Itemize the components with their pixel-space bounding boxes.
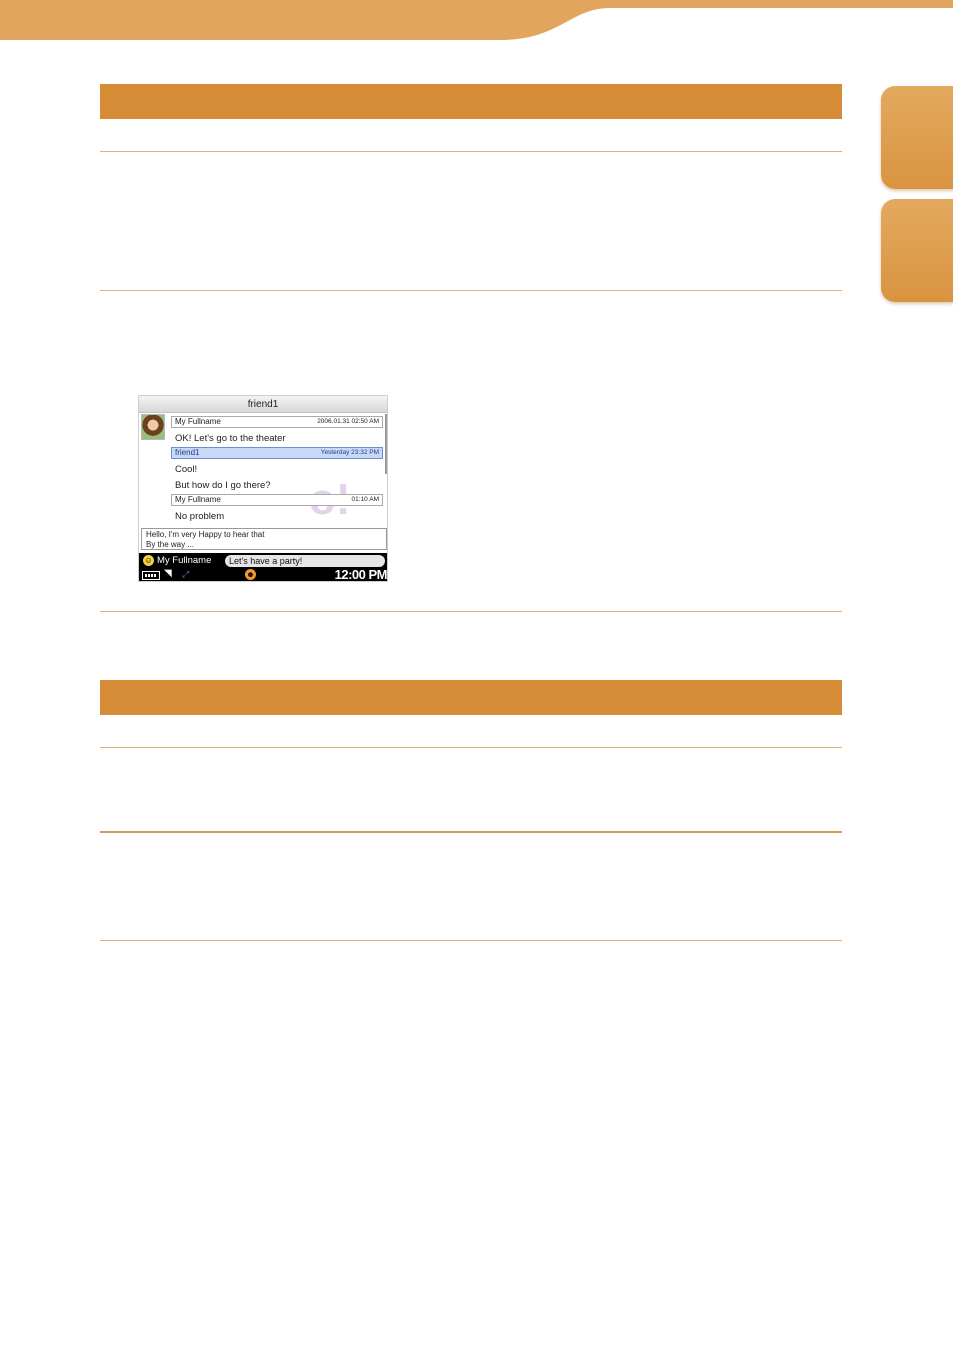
side-tab-contents[interactable] <box>881 86 953 189</box>
avatar <box>141 414 165 440</box>
input-line: By the way ... <box>146 540 195 549</box>
smiley-icon: ☺ <box>143 555 154 566</box>
status-message[interactable]: Let's have a party! <box>225 555 385 567</box>
scrollbar[interactable] <box>385 414 387 474</box>
battery-icon <box>142 571 160 580</box>
chat-title: friend1 <box>139 396 387 413</box>
wifi-icon: ◥ <box>164 568 172 579</box>
message-text: But how do I go there? <box>175 480 271 491</box>
message-header: My Fullname 01:10 AM <box>171 494 383 506</box>
side-tab-index[interactable] <box>881 199 953 302</box>
message-timestamp: Yesterday 23:32 PM <box>320 449 379 456</box>
divider <box>100 831 842 833</box>
status-bar: ☺ My Fullname Let's have a party! ◥ ⤢ ☻ … <box>139 553 387 582</box>
message-sender: My Fullname <box>175 417 221 426</box>
emoticon-icon[interactable]: ☻ <box>245 569 256 580</box>
section-header-bar <box>100 84 842 119</box>
message-sender: My Fullname <box>175 495 221 504</box>
top-banner <box>0 0 953 40</box>
message-text: OK! Let's go to the theater <box>175 433 286 444</box>
message-text: No problem <box>175 511 225 522</box>
message-header: My Fullname 2006.01.31 02:50 AM <box>171 416 383 428</box>
divider <box>100 290 842 291</box>
message-timestamp: 01:10 AM <box>351 496 379 503</box>
message-header-selected[interactable]: friend1 Yesterday 23:32 PM <box>171 447 383 459</box>
message-sender: friend1 <box>175 448 200 457</box>
divider <box>100 747 842 748</box>
message-timestamp: 2006.01.31 02:50 AM <box>317 418 379 425</box>
input-line: Hello, I'm very Happy to hear that <box>146 530 265 539</box>
connection-icon: ⤢ <box>182 569 190 579</box>
divider <box>100 940 842 941</box>
message-input[interactable]: Hello, I'm very Happy to hear that By th… <box>141 528 387 550</box>
message-text: Cool! <box>175 464 198 475</box>
chat-screenshot: friend1 o! My Fullname 2006.01.31 02:50 … <box>138 395 388 582</box>
divider <box>100 611 842 612</box>
clock: 12:00 PM <box>334 567 387 582</box>
status-name: My Fullname <box>157 555 212 566</box>
section-header-bar <box>100 680 842 715</box>
divider <box>100 151 842 152</box>
